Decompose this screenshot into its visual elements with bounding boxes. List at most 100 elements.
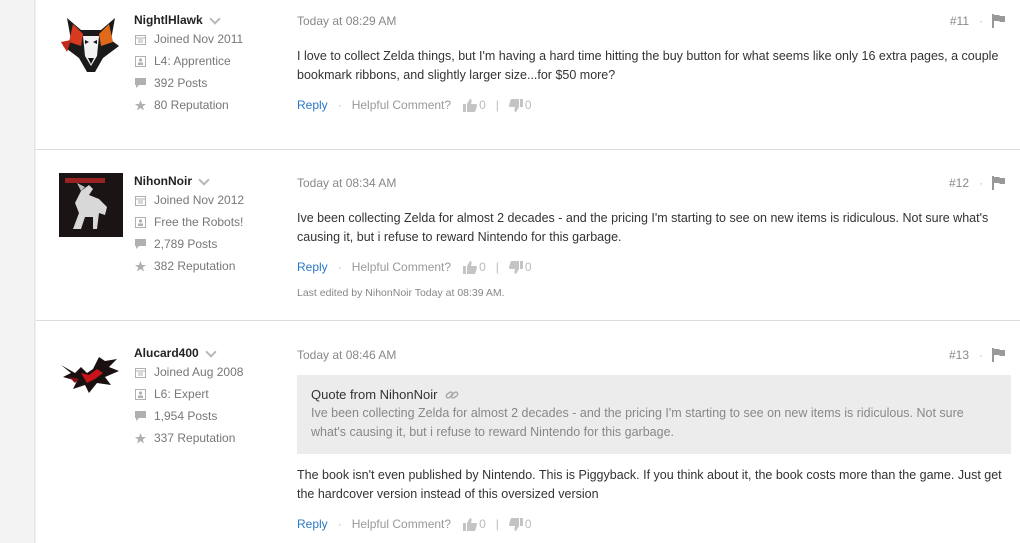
upvote-count: 0 (479, 517, 486, 531)
username[interactable]: NightlHlawk (134, 12, 294, 28)
reputation: 80 Reputation (134, 94, 294, 116)
id-card-icon (134, 55, 146, 67)
chevron-down-icon[interactable] (209, 14, 221, 26)
quote-block: Quote from NihonNoir Ive been collecting… (297, 375, 1011, 454)
post-content: Today at 08:34 AM #12 · Ive been collecti… (297, 175, 1011, 299)
flag-icon[interactable] (992, 348, 1005, 362)
post-timestamp[interactable]: Today at 08:34 AM (297, 175, 1011, 191)
user-rank: L6: Expert (134, 383, 294, 405)
reputation-text: 337 Reputation (154, 431, 236, 445)
post-count-text: 2,789 Posts (154, 237, 218, 251)
thumbs-up-button[interactable]: 0 (463, 260, 486, 274)
reply-button[interactable]: Reply (297, 98, 328, 112)
thumbs-down-button[interactable]: 0 (508, 517, 532, 531)
post-number[interactable]: #13 (949, 348, 969, 362)
post-count: 1,954 Posts (134, 405, 294, 427)
reputation-text: 80 Reputation (154, 98, 229, 112)
post-content: Today at 08:46 AM #13 · Quote from NihonN… (297, 347, 1011, 532)
thumbs-up-button[interactable]: 0 (463, 98, 486, 112)
separator: | (495, 260, 499, 274)
thumbs-up-button[interactable]: 0 (463, 517, 486, 531)
post-body: The book isn't even published by Nintend… (297, 468, 1002, 501)
star-icon (134, 260, 146, 272)
separator: · (337, 98, 342, 112)
post-count-text: 392 Posts (154, 76, 208, 90)
downvote-count: 0 (524, 517, 532, 531)
thumbs-down-icon (508, 260, 523, 274)
id-card-icon (134, 216, 146, 228)
thumbs-up-icon (463, 98, 478, 112)
star-icon (134, 432, 146, 444)
post-number[interactable]: #12 (949, 176, 969, 190)
user-rank: L4: Apprentice (134, 50, 294, 72)
post: NightlHlawk Joined Nov 2011 L4: Apprenti… (36, 0, 1020, 150)
rank-text: Free the Robots! (154, 215, 244, 229)
joined-text: Joined Nov 2011 (154, 32, 244, 46)
quote-text: Ive been collecting Zelda for almost 2 d… (311, 406, 964, 439)
post-actions: Reply · Helpful Comment? 0 | 0 (297, 259, 1011, 275)
joined-date: Joined Aug 2008 (134, 361, 294, 383)
thumbs-down-button[interactable]: 0 (508, 260, 532, 274)
separator: · (337, 260, 342, 274)
wolf-avatar[interactable] (59, 12, 123, 76)
calendar-icon (134, 194, 146, 206)
user-info: Alucard400 Joined Aug 2008 L6: Expert 1,… (134, 345, 294, 449)
thumbs-down-icon (508, 98, 523, 112)
thumbs-down-button[interactable]: 0 (508, 98, 532, 112)
post: Alucard400 Joined Aug 2008 L6: Expert 1,… (36, 321, 1020, 543)
horse-avatar[interactable] (59, 173, 123, 237)
rank-text: L4: Apprentice (154, 54, 231, 68)
separator: · (979, 14, 983, 28)
separator: · (337, 517, 342, 531)
post-number[interactable]: #11 (950, 14, 969, 28)
username-text[interactable]: NihonNoir (134, 174, 192, 188)
edited-note: Last edited by NihonNoir Today at 08:39 … (297, 287, 505, 299)
post-count: 392 Posts (134, 72, 294, 94)
post-content: Today at 08:29 AM #11 · I love to collect… (297, 13, 1011, 113)
post-number-area: #11 · (950, 13, 1005, 29)
user-rank: Free the Robots! (134, 211, 294, 233)
reply-button[interactable]: Reply (297, 260, 328, 274)
separator: · (979, 348, 983, 362)
quote-author: Quote from NihonNoir (311, 387, 438, 402)
post: NihonNoir Joined Nov 2012 Free the Robot… (36, 150, 1020, 321)
chevron-down-icon[interactable] (198, 175, 210, 187)
helpful-comment-label: Helpful Comment? (351, 517, 452, 531)
thread-container: NightlHlawk Joined Nov 2011 L4: Apprenti… (36, 0, 1020, 543)
user-info: NightlHlawk Joined Nov 2011 L4: Apprenti… (134, 12, 294, 116)
comment-icon (134, 238, 146, 250)
downvote-count: 0 (524, 98, 532, 112)
post-timestamp[interactable]: Today at 08:29 AM (297, 13, 1011, 29)
bat-avatar[interactable] (59, 343, 123, 407)
separator: | (495, 98, 499, 112)
post-timestamp[interactable]: Today at 08:46 AM (297, 347, 1011, 363)
helpful-comment-label: Helpful Comment? (351, 260, 452, 274)
username-text[interactable]: Alucard400 (134, 346, 199, 360)
calendar-icon (134, 33, 146, 45)
downvote-count: 0 (524, 260, 532, 274)
username[interactable]: NihonNoir (134, 173, 294, 189)
quote-header: Quote from NihonNoir (311, 387, 997, 402)
reply-button[interactable]: Reply (297, 517, 328, 531)
upvote-count: 0 (479, 98, 486, 112)
username[interactable]: Alucard400 (134, 345, 294, 361)
chevron-down-icon[interactable] (205, 347, 217, 359)
separator: | (495, 517, 499, 531)
link-icon[interactable] (445, 389, 459, 401)
separator: · (979, 176, 983, 190)
post-count-text: 1,954 Posts (154, 409, 218, 423)
post-actions: Reply · Helpful Comment? 0 | 0 (297, 97, 1011, 113)
joined-text: Joined Aug 2008 (154, 365, 244, 379)
username-text[interactable]: NightlHlawk (134, 13, 203, 27)
post-body: Ive been collecting Zelda for almost 2 d… (297, 211, 989, 244)
reputation: 337 Reputation (134, 427, 294, 449)
post-number-area: #13 · (949, 347, 1005, 363)
post-count: 2,789 Posts (134, 233, 294, 255)
joined-date: Joined Nov 2012 (134, 189, 294, 211)
thumbs-up-icon (463, 517, 478, 531)
id-card-icon (134, 388, 146, 400)
flag-icon[interactable] (992, 14, 1005, 28)
reputation-text: 382 Reputation (154, 259, 236, 273)
flag-icon[interactable] (992, 176, 1005, 190)
post-number-area: #12 · (949, 175, 1005, 191)
